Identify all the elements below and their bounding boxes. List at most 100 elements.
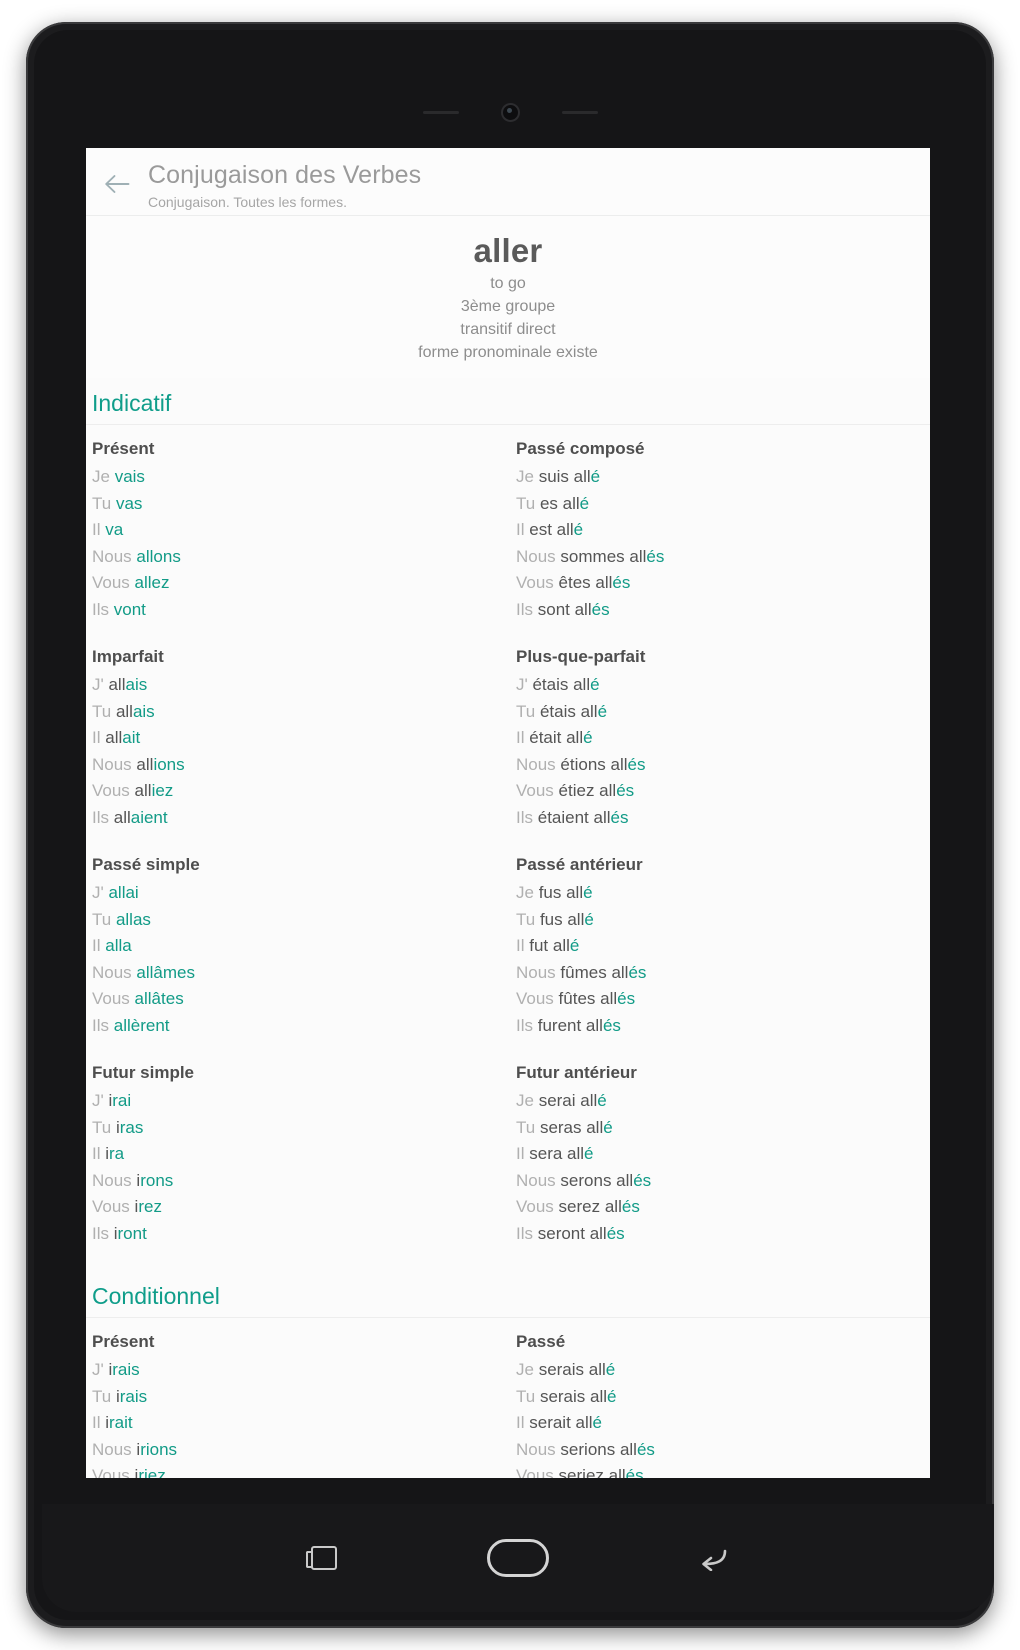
app-bar-texts: Conjugaison des Verbes Conjugaison. Tout… (148, 158, 421, 212)
tense-name: Présent (92, 439, 155, 458)
pronoun: J' (92, 883, 109, 902)
verb-ending: allons (136, 546, 181, 566)
conjugation-line: J' irai (92, 1088, 508, 1115)
verb-stem: sont all (537, 599, 592, 619)
speaker-slit-right (561, 110, 598, 114)
verb-stem: all (115, 701, 133, 721)
verb-ending: és (636, 1439, 655, 1459)
conjugation-line: Il est allé (516, 517, 930, 544)
app-screen: Conjugaison des Verbes Conjugaison. Tout… (86, 148, 930, 1478)
verb-stem: serez all (558, 1197, 622, 1216)
verb-ending: és (621, 1197, 640, 1216)
pronoun: J' (92, 1360, 109, 1379)
conjugation-line: Nous serons allés (516, 1168, 930, 1195)
verb-ending: é (597, 1091, 607, 1110)
conjugation-line: Tu iras (92, 1115, 508, 1142)
verb-ending: allai (108, 883, 139, 902)
pronoun: Vous (516, 989, 559, 1008)
conjugation-line: Vous fûtes allés (516, 986, 930, 1013)
conjugation-line: Il alla (92, 933, 508, 960)
verb-ending: vont (113, 599, 146, 619)
tablet-bezel: Conjugaison des Verbes Conjugaison. Tout… (34, 30, 994, 1620)
pronoun: Il (92, 1144, 106, 1163)
tablet-device-frame: Conjugaison des Verbes Conjugaison. Tout… (26, 22, 994, 1628)
verb-ending: é (605, 1360, 616, 1379)
verb-ending: é (597, 701, 608, 721)
verb-ending: és (616, 781, 635, 800)
pronoun: Ils (516, 1223, 538, 1243)
verb-stem: all (105, 728, 123, 747)
speaker-slit-left (422, 110, 459, 114)
verb-stem: fûmes all (560, 962, 629, 982)
conjugation-line: Il fut allé (516, 933, 930, 960)
verb-stem: seras all (539, 1117, 604, 1137)
verb-ending: és (612, 573, 631, 592)
conjugation-line: J' étais allé (516, 672, 930, 699)
conjugation-line: Ils iront (92, 1221, 508, 1248)
pronoun: J' (92, 1091, 109, 1110)
verb-ending: ras (119, 1117, 144, 1137)
verb-ending: va (105, 520, 124, 539)
verb-stem: fus all (539, 909, 585, 929)
verb-ending: é (592, 1413, 603, 1432)
verb-ending: allez (134, 573, 170, 592)
pronoun: Nous (516, 546, 561, 566)
home-button[interactable] (487, 1535, 549, 1581)
pronoun: Vous (92, 1466, 135, 1478)
conjugation-line: Vous êtes allés (516, 570, 930, 597)
pronoun: Nous (516, 1170, 561, 1190)
conjugation-line: Nous allâmes (92, 960, 508, 987)
conjugation-line: Je fus allé (516, 880, 930, 907)
verb-translation: to go (490, 275, 526, 292)
tense-column-left: Présent Je vais Tu vas Il va Nous allons Vous… (86, 435, 508, 1267)
verb-ending: allas (115, 909, 151, 929)
pronoun: Il (92, 1413, 106, 1432)
conjugation-line: Nous fûmes allés (516, 960, 930, 987)
verb-ending: ra (109, 1144, 125, 1163)
tense-grid: Présent Je vais Tu vas Il va Nous allons Vous… (86, 425, 930, 1271)
conjugation-line: J' irais (92, 1357, 508, 1384)
conjugation-line: Tu étais allé (516, 699, 930, 726)
tense-block: Passé antérieur Je fus allé Tu fus allé Il … (516, 851, 930, 1039)
verb-ending: rait (109, 1413, 133, 1432)
back-button[interactable] (681, 1535, 743, 1581)
pronoun: Ils (92, 1223, 114, 1243)
pronoun: Tu (516, 1117, 540, 1137)
conjugation-line: Ils sont allés (516, 597, 930, 624)
back-arrow-icon[interactable] (86, 158, 148, 210)
pronoun: Ils (92, 599, 114, 619)
conjugation-line: Vous irez (92, 1194, 508, 1221)
tense-column-right: Passé composé Je suis allé Tu es allé Il es… (508, 435, 930, 1267)
pronoun: Vous (516, 1197, 559, 1216)
pronoun: Je (516, 883, 539, 902)
verb-stem: es all (539, 493, 580, 513)
pronoun: Ils (516, 1015, 538, 1035)
tense-block: Passé Je serais allé Tu serais allé Il sera… (516, 1328, 930, 1478)
pronoun: Vous (92, 781, 135, 800)
conjugation-line: Je serai allé (516, 1088, 930, 1115)
tense-block: Plus-que-parfait J' étais allé Tu étais al… (516, 643, 930, 831)
tense-block: Imparfait J' allais Tu allais Il allait Nous… (92, 643, 508, 831)
pronoun: Vous (516, 573, 559, 592)
verb-stem: étais all (532, 675, 591, 694)
verb-stem: fut all (529, 936, 570, 955)
home-icon (487, 1539, 549, 1577)
verb-ending: rai (112, 1091, 132, 1110)
pronoun: Nous (92, 1170, 137, 1190)
conjugation-line: Nous allions (92, 752, 508, 779)
verb-stem: étaient all (537, 807, 611, 827)
pronoun: Vous (92, 573, 135, 592)
conjugation-line: Il serait allé (516, 1410, 930, 1437)
verb-ending: rez (138, 1197, 162, 1216)
pronoun: Tu (92, 1117, 116, 1137)
recent-apps-button[interactable] (293, 1535, 355, 1581)
conjugation-line: Tu serais allé (516, 1384, 930, 1411)
conjugation-line: Ils allèrent (92, 1013, 508, 1040)
verb-ending: é (607, 1386, 617, 1406)
verb-stem: all (134, 781, 152, 800)
conjugation-line: Tu irais (92, 1384, 508, 1411)
pronoun: Ils (92, 807, 114, 827)
pronoun: Nous (92, 962, 137, 982)
pronoun: Il (516, 1144, 530, 1163)
pronoun: Ils (92, 1015, 114, 1035)
